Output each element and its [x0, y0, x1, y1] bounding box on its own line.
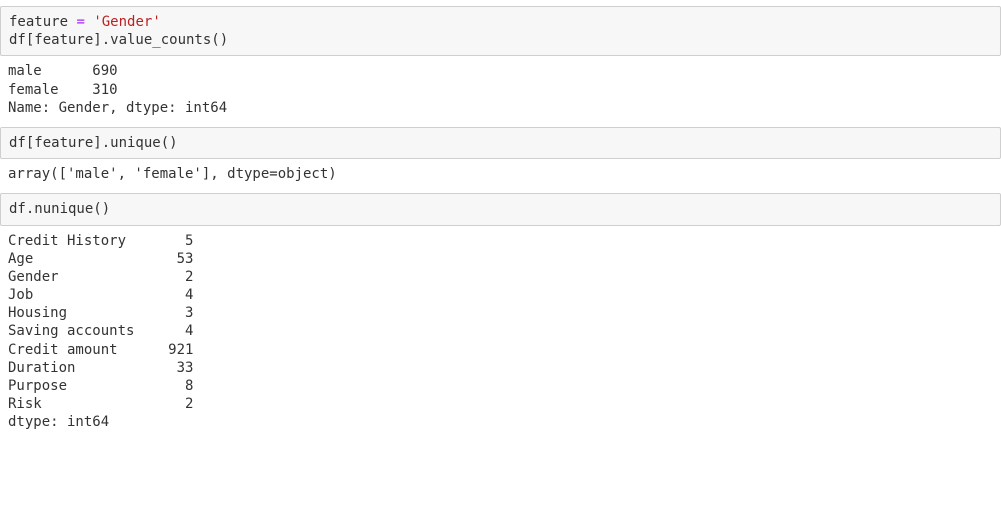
code-input-3[interactable]: df.nunique() — [0, 193, 1001, 225]
code-line: df.nunique() — [9, 201, 110, 217]
output-line: Credit amount 921 — [8, 342, 193, 358]
code-output-1: male 690 female 310 Name: Gender, dtype:… — [0, 56, 1001, 121]
notebook-cell-1: feature = 'Gender' df[feature].value_cou… — [0, 6, 1001, 121]
code-input-2[interactable]: df[feature].unique() — [0, 127, 1001, 159]
code-line: df[feature].unique() — [9, 135, 178, 151]
notebook-cell-2: df[feature].unique() array(['male', 'fem… — [0, 127, 1001, 187]
output-line: dtype: int64 — [8, 414, 109, 430]
code-token-var: feature — [9, 14, 68, 30]
output-line: Purpose 8 — [8, 378, 193, 394]
output-line: female 310 — [8, 82, 118, 98]
output-line: Gender 2 — [8, 269, 193, 285]
code-token-op: = — [68, 14, 93, 30]
output-line: Saving accounts 4 — [8, 323, 193, 339]
output-line: male 690 — [8, 63, 118, 79]
code-token-string: 'Gender' — [93, 14, 160, 30]
output-line: Housing 3 — [8, 305, 193, 321]
output-line: Credit History 5 — [8, 233, 193, 249]
code-line-2: df[feature].value_counts() — [9, 32, 228, 48]
output-line: Name: Gender, dtype: int64 — [8, 100, 227, 116]
output-line: Risk 2 — [8, 396, 193, 412]
notebook-cell-3: df.nunique() Credit History 5 Age 53 Gen… — [0, 193, 1001, 435]
output-line: array(['male', 'female'], dtype=object) — [8, 166, 337, 182]
code-input-1[interactable]: feature = 'Gender' df[feature].value_cou… — [0, 6, 1001, 56]
output-line: Job 4 — [8, 287, 193, 303]
code-output-3: Credit History 5 Age 53 Gender 2 Job 4 H… — [0, 226, 1001, 436]
output-line: Duration 33 — [8, 360, 193, 376]
output-line: Age 53 — [8, 251, 193, 267]
code-output-2: array(['male', 'female'], dtype=object) — [0, 159, 1001, 187]
